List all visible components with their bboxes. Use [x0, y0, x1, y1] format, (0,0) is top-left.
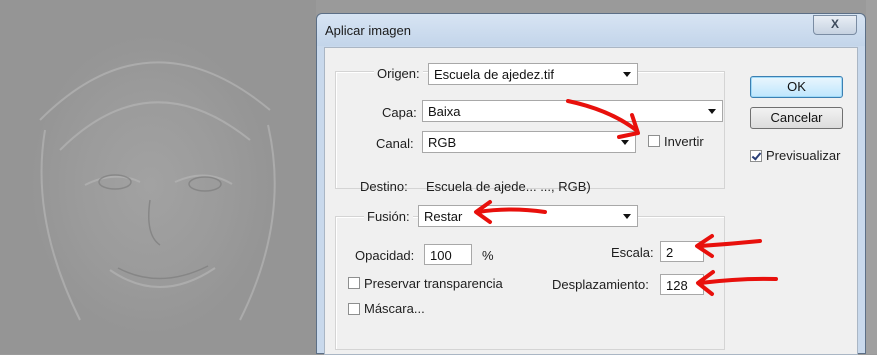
chevron-down-icon — [623, 72, 631, 77]
escala-value: 2 — [666, 245, 674, 260]
canal-label: Canal: — [376, 136, 414, 151]
background-photo — [0, 0, 316, 354]
preservar-checkbox[interactable] — [348, 277, 360, 289]
destino-label: Destino: — [360, 179, 408, 194]
close-icon: X — [830, 17, 839, 31]
preview-checkbox[interactable] — [750, 150, 762, 162]
invertir-label[interactable]: Invertir — [664, 134, 704, 149]
escala-label: Escala: — [611, 245, 654, 260]
preview-label[interactable]: Previsualizar — [766, 148, 840, 163]
desplazamiento-input[interactable]: 128 — [660, 274, 704, 295]
opacidad-unit: % — [482, 248, 494, 263]
invertir-checkbox[interactable] — [648, 135, 660, 147]
capa-value: Baixa — [428, 104, 461, 119]
origen-value: Escuela de ajedez.tif — [434, 67, 554, 82]
destino-value: Escuela de ajede... ..., RGB) — [426, 179, 591, 194]
source-group — [335, 71, 725, 189]
cancel-button[interactable]: Cancelar — [750, 107, 843, 129]
background-strip — [866, 0, 877, 354]
preservar-label[interactable]: Preservar transparencia — [364, 276, 503, 291]
opacidad-input[interactable]: 100 — [424, 244, 472, 265]
origen-label: Origen: — [374, 66, 423, 81]
ok-label: OK — [787, 79, 806, 94]
apply-image-dialog: Aplicar imagen X Origen: Escuela de ajed… — [316, 13, 866, 355]
mascara-label[interactable]: Máscara... — [364, 301, 425, 316]
fusion-label: Fusión: — [364, 209, 413, 224]
opacidad-label: Opacidad: — [355, 248, 415, 263]
canal-select[interactable]: RGB — [422, 131, 636, 153]
escala-input[interactable]: 2 — [660, 241, 704, 262]
chevron-down-icon — [708, 109, 716, 114]
canal-value: RGB — [428, 135, 457, 150]
capa-label: Capa: — [382, 105, 417, 120]
dialog-title: Aplicar imagen — [325, 23, 411, 38]
cancel-label: Cancelar — [770, 110, 823, 125]
origen-select[interactable]: Escuela de ajedez.tif — [428, 63, 638, 85]
chevron-down-icon — [621, 140, 629, 145]
fusion-value: Restar — [424, 209, 463, 224]
title-bar[interactable]: Aplicar imagen X — [317, 14, 865, 46]
desplazamiento-value: 128 — [666, 278, 688, 293]
mascara-checkbox[interactable] — [348, 303, 360, 315]
portrait-sketch — [39, 61, 276, 321]
capa-select[interactable]: Baixa — [422, 100, 723, 122]
opacidad-value: 100 — [430, 248, 452, 263]
dialog-client-area: Origen: Escuela de ajedez.tif Capa: Baix… — [324, 47, 858, 355]
ok-button[interactable]: OK — [750, 76, 843, 98]
close-button[interactable]: X — [813, 15, 857, 35]
chevron-down-icon — [623, 214, 631, 219]
fusion-select[interactable]: Restar — [418, 205, 638, 227]
desplazamiento-label: Desplazamiento: — [552, 277, 649, 292]
